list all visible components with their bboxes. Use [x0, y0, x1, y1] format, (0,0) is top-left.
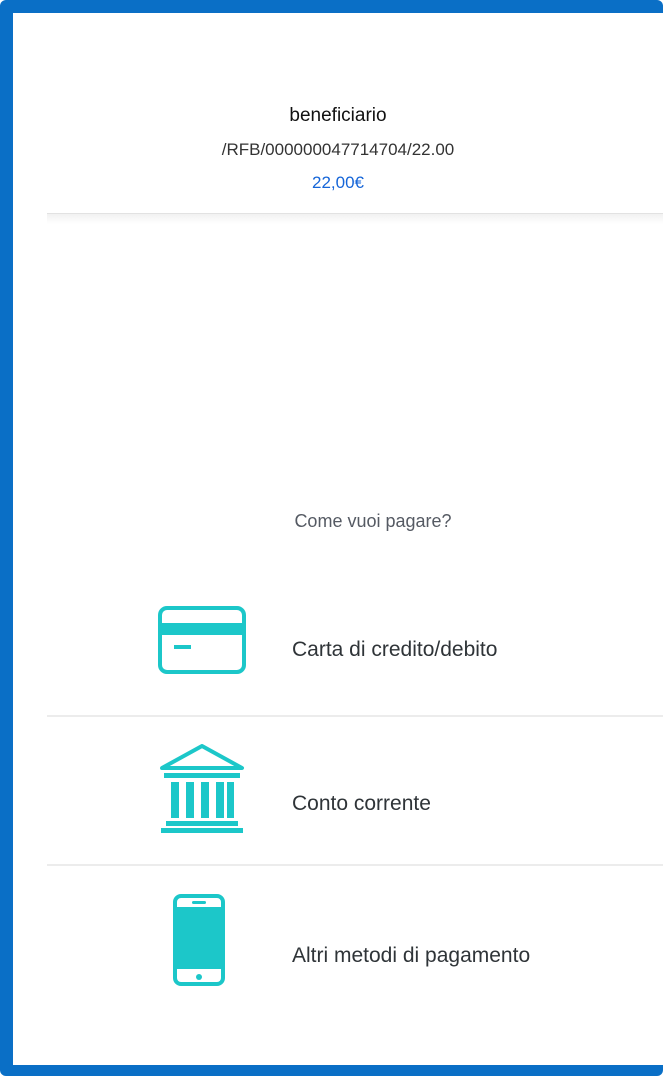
payment-panel: beneficiario /RFB/000000047714704/22.00 …: [13, 13, 663, 1065]
method-divider: [47, 715, 663, 717]
payment-amount: 22,00€: [312, 173, 364, 192]
window-frame: beneficiario /RFB/000000047714704/22.00 …: [0, 0, 663, 1076]
method-other-button[interactable]: Altri metodi di pagamento: [47, 868, 663, 1016]
payment-reference: /RFB/000000047714704/22.00: [221, 140, 455, 159]
method-bank-account-button[interactable]: Conto corrente: [47, 718, 663, 866]
bank-icon: [160, 744, 244, 833]
method-divider: [47, 864, 663, 866]
payment-question: Come vuoi pagare?: [294, 511, 452, 531]
method-credit-card-button[interactable]: Carta di credito/debito: [47, 568, 663, 716]
beneficiary-name: beneficiario: [289, 105, 387, 126]
method-label: Conto corrente: [292, 792, 431, 815]
payment-summary: beneficiario /RFB/000000047714704/22.00 …: [13, 13, 663, 223]
smartphone-icon: [173, 894, 225, 986]
credit-card-icon: [158, 606, 246, 674]
summary-divider: [47, 213, 663, 224]
method-label: Carta di credito/debito: [292, 638, 498, 661]
method-label: Altri metodi di pagamento: [292, 944, 531, 967]
